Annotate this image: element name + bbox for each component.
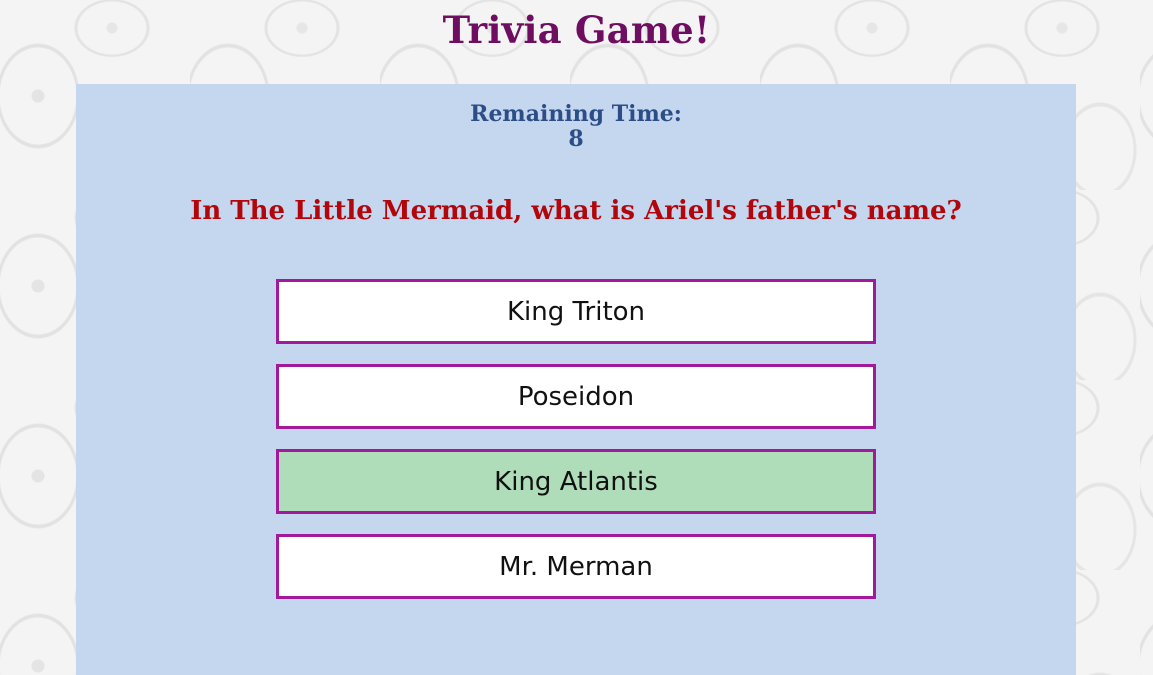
timer-value: 8: [568, 126, 584, 152]
question-text: In The Little Mermaid, what is Ariel's f…: [190, 196, 962, 226]
answer-option-mr-merman[interactable]: Mr. Merman: [276, 534, 876, 599]
timer-label: Remaining Time:: [470, 101, 682, 127]
answer-option-poseidon[interactable]: Poseidon: [276, 364, 876, 429]
answer-option-king-triton[interactable]: King Triton: [276, 279, 876, 344]
answer-option-king-atlantis[interactable]: King Atlantis: [276, 449, 876, 514]
page-title: Trivia Game!: [442, 8, 711, 52]
answer-list: King Triton Poseidon King Atlantis Mr. M…: [276, 279, 876, 619]
game-panel: Remaining Time: 8 In The Little Mermaid,…: [76, 84, 1076, 675]
remaining-time: Remaining Time: 8: [76, 102, 1076, 152]
